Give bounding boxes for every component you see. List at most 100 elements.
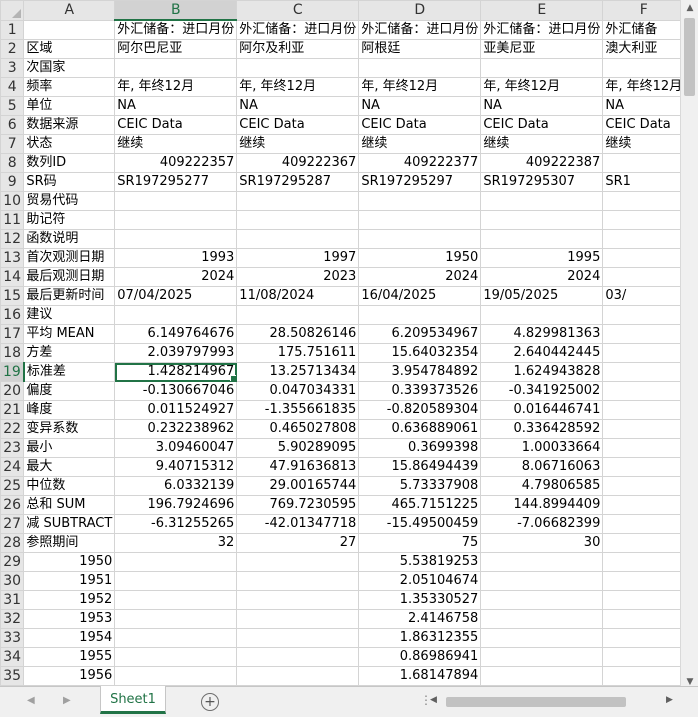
cell-b17[interactable]: 6.149764676 <box>114 324 238 344</box>
cell-a35[interactable]: 1956 <box>23 666 116 686</box>
cell-c11[interactable] <box>236 210 360 230</box>
row-header[interactable]: 18 <box>0 343 25 363</box>
cell-c20[interactable]: 0.047034331 <box>236 381 360 401</box>
cell-e21[interactable]: 0.016446741 <box>480 400 604 420</box>
cell-c23[interactable]: 5.90289095 <box>236 438 360 458</box>
cell-a25[interactable]: 中位数 <box>23 476 116 496</box>
cell-d1[interactable]: 外汇储备：进口月份 <box>358 19 482 40</box>
cell-d10[interactable] <box>358 191 482 211</box>
cell-d27[interactable]: -15.49500459 <box>358 514 482 534</box>
row-header[interactable]: 14 <box>0 267 25 287</box>
cell-f20[interactable] <box>602 381 680 401</box>
row-header[interactable]: 19 <box>0 362 25 382</box>
cell-c26[interactable]: 769.7230595 <box>236 495 360 515</box>
cell-b9[interactable]: SR197295277 <box>114 172 238 192</box>
row-header[interactable]: 3 <box>0 58 25 78</box>
cell-d23[interactable]: 0.3699398 <box>358 438 482 458</box>
cell-e29[interactable] <box>480 552 604 572</box>
cell-b14[interactable]: 2024 <box>114 267 238 287</box>
cell-b30[interactable] <box>114 571 238 591</box>
cell-a13[interactable]: 首次观测日期 <box>23 248 116 268</box>
cell-b16[interactable] <box>114 305 238 325</box>
cell-a19[interactable]: 标准差 <box>23 362 116 382</box>
row-header[interactable]: 21 <box>0 400 25 420</box>
cell-e25[interactable]: 4.79806585 <box>480 476 604 496</box>
cell-c6[interactable]: CEIC Data <box>236 115 360 135</box>
cell-e8[interactable]: 409222387 <box>480 153 604 173</box>
cell-a22[interactable]: 变异系数 <box>23 419 116 439</box>
cell-c12[interactable] <box>236 229 360 249</box>
cell-f13[interactable] <box>602 248 680 268</box>
cell-f12[interactable] <box>602 229 680 249</box>
cell-b1[interactable]: 外汇储备：进口月份 <box>114 19 238 40</box>
cell-e18[interactable]: 2.640442445 <box>480 343 604 363</box>
column-header-e[interactable]: E <box>480 0 604 21</box>
cell-b33[interactable] <box>114 628 238 648</box>
cell-b5[interactable]: NA <box>114 96 238 116</box>
row-header[interactable]: 24 <box>0 457 25 477</box>
cell-c7[interactable]: 继续 <box>236 134 360 154</box>
cell-e15[interactable]: 19/05/2025 <box>480 286 604 306</box>
column-header-a[interactable]: A <box>23 0 116 21</box>
vertical-scrollbar[interactable]: ▲ ▼ <box>680 0 698 690</box>
cell-d24[interactable]: 15.86494439 <box>358 457 482 477</box>
cell-f22[interactable] <box>602 419 680 439</box>
cell-c10[interactable] <box>236 191 360 211</box>
scroll-left-icon[interactable]: ◀ <box>430 695 437 705</box>
cell-e19[interactable]: 1.624943828 <box>480 362 604 382</box>
cell-f15[interactable]: 03/ <box>602 286 680 306</box>
cell-a15[interactable]: 最后更新时间 <box>23 286 116 306</box>
cell-f11[interactable] <box>602 210 680 230</box>
cell-c19[interactable]: 13.25713434 <box>236 362 360 382</box>
cell-e4[interactable]: 年, 年终12月 <box>480 77 604 97</box>
scroll-up-icon[interactable]: ▲ <box>681 0 698 16</box>
cell-f9[interactable]: SR1 <box>602 172 680 192</box>
vertical-scroll-thumb[interactable] <box>684 18 695 96</box>
cell-f5[interactable]: NA <box>602 96 680 116</box>
cell-e1[interactable]: 外汇储备：进口月份 <box>480 19 604 40</box>
cell-d2[interactable]: 阿根廷 <box>358 39 482 59</box>
cell-d4[interactable]: 年, 年终12月 <box>358 77 482 97</box>
select-all-corner[interactable] <box>0 0 25 21</box>
cell-d18[interactable]: 15.64032354 <box>358 343 482 363</box>
cell-b2[interactable]: 阿尔巴尼亚 <box>114 39 238 59</box>
cell-a1[interactable] <box>23 19 116 40</box>
cell-c35[interactable] <box>236 666 360 686</box>
prev-sheet-icon[interactable]: ◀ <box>27 695 35 706</box>
cell-e16[interactable] <box>480 305 604 325</box>
cell-a3[interactable]: 次国家 <box>23 58 116 78</box>
cell-a4[interactable]: 频率 <box>23 77 116 97</box>
cell-c4[interactable]: 年, 年终12月 <box>236 77 360 97</box>
row-header[interactable]: 15 <box>0 286 25 306</box>
row-header[interactable]: 10 <box>0 191 25 211</box>
cell-c32[interactable] <box>236 609 360 629</box>
row-header[interactable]: 30 <box>0 571 25 591</box>
cell-c24[interactable]: 47.91636813 <box>236 457 360 477</box>
row-header[interactable]: 33 <box>0 628 25 648</box>
cell-e14[interactable]: 2024 <box>480 267 604 287</box>
cell-c9[interactable]: SR197295287 <box>236 172 360 192</box>
cell-d22[interactable]: 0.636889061 <box>358 419 482 439</box>
cell-b12[interactable] <box>114 229 238 249</box>
next-sheet-icon[interactable]: ▶ <box>63 695 71 706</box>
cell-b10[interactable] <box>114 191 238 211</box>
cell-b28[interactable]: 32 <box>114 533 238 553</box>
add-sheet-button[interactable]: + <box>201 693 219 711</box>
cell-d28[interactable]: 75 <box>358 533 482 553</box>
cell-a31[interactable]: 1952 <box>23 590 116 610</box>
cell-c22[interactable]: 0.465027808 <box>236 419 360 439</box>
cell-f10[interactable] <box>602 191 680 211</box>
cell-b15[interactable]: 07/04/2025 <box>114 286 238 306</box>
row-header[interactable]: 11 <box>0 210 25 230</box>
cell-f16[interactable] <box>602 305 680 325</box>
cell-a11[interactable]: 助记符 <box>23 210 116 230</box>
cell-b35[interactable] <box>114 666 238 686</box>
column-header-d[interactable]: D <box>358 0 482 21</box>
cell-e2[interactable]: 亚美尼亚 <box>480 39 604 59</box>
row-header[interactable]: 25 <box>0 476 25 496</box>
spreadsheet-grid[interactable]: ABCDEF 1 外汇储备：进口月份 外汇储备：进口月份 外汇储备：进口月份 外汇储备：… <box>0 0 680 686</box>
cell-a5[interactable]: 单位 <box>23 96 116 116</box>
cell-f1[interactable]: 外汇储备 <box>602 19 680 40</box>
cell-d29[interactable]: 5.53819253 <box>358 552 482 572</box>
cell-a7[interactable]: 状态 <box>23 134 116 154</box>
